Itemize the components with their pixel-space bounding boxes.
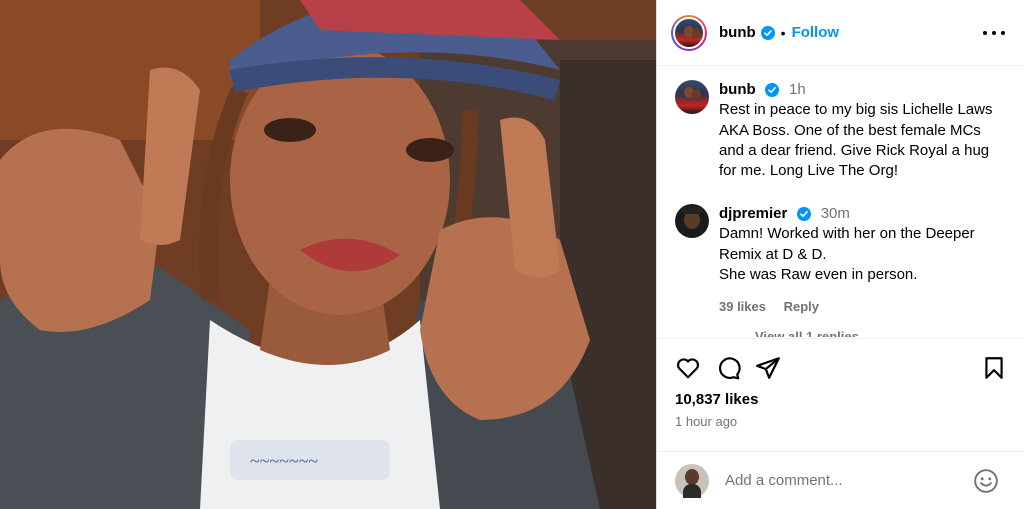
caption-text: Rest in peace to my big sis Lichelle Law…	[719, 101, 993, 180]
caption: bunb 1h Rest in peace to my big sis Lich…	[675, 80, 1009, 181]
author-username[interactable]: bunb	[719, 24, 756, 41]
photo-illustration: ~~~~~~~	[0, 0, 656, 509]
post-actions-section: 10,837 likes 1 hour ago	[657, 338, 1024, 451]
caption-avatar[interactable]	[675, 80, 709, 114]
comment-text: Damn! Worked with her on the Deeper Remi…	[719, 225, 975, 283]
comment-likes[interactable]: 39 likes	[719, 299, 766, 314]
verified-badge-icon	[796, 207, 811, 222]
view-replies-label[interactable]: View all 1 replies	[755, 329, 859, 337]
svg-text:~~~~~~~: ~~~~~~~	[250, 451, 318, 471]
viewer-avatar	[675, 463, 709, 498]
verified-badge-icon	[764, 83, 779, 98]
commenter-username[interactable]: djpremier	[719, 205, 787, 222]
reply-button[interactable]: Reply	[784, 299, 819, 314]
verified-badge-icon	[760, 25, 775, 40]
view-replies[interactable]: View all 1 replies	[717, 329, 859, 337]
post-timestamp[interactable]: 1 hour ago	[675, 414, 737, 429]
bookmark-icon[interactable]	[981, 355, 1007, 381]
follow-button[interactable]: Follow	[792, 24, 840, 41]
author-avatar[interactable]	[671, 14, 707, 51]
post-photo[interactable]: ~~~~~~~	[0, 0, 656, 509]
add-comment-bar	[657, 451, 1024, 509]
emoji-icon[interactable]	[973, 468, 999, 494]
instagram-post: ~~~~~~~ bunb • Follow bunb 1h Rest in pe…	[0, 0, 1024, 509]
caption-username[interactable]: bunb	[719, 81, 756, 98]
likes-count[interactable]: 10,837 likes	[675, 391, 758, 408]
heart-icon[interactable]	[675, 355, 701, 381]
share-icon[interactable]	[755, 355, 781, 381]
action-bar	[675, 355, 1009, 383]
caption-time[interactable]: 1h	[789, 81, 806, 98]
add-comment-input[interactable]	[725, 472, 965, 489]
comments-list[interactable]: bunb 1h Rest in peace to my big sis Lich…	[657, 67, 1024, 337]
comment-icon[interactable]	[715, 355, 741, 381]
separator-dot: •	[780, 24, 786, 41]
post-sidebar: bunb • Follow bunb 1h Rest in peace to m…	[656, 0, 1024, 509]
comment-time[interactable]: 30m	[821, 205, 850, 222]
comment-meta: 39 likes Reply	[719, 297, 1009, 317]
more-options-icon[interactable]	[983, 22, 1005, 44]
comment-item: djpremier 30m Damn! Worked with her on t…	[675, 204, 1009, 317]
post-header: bunb • Follow	[657, 0, 1024, 66]
commenter-avatar[interactable]	[675, 204, 709, 238]
